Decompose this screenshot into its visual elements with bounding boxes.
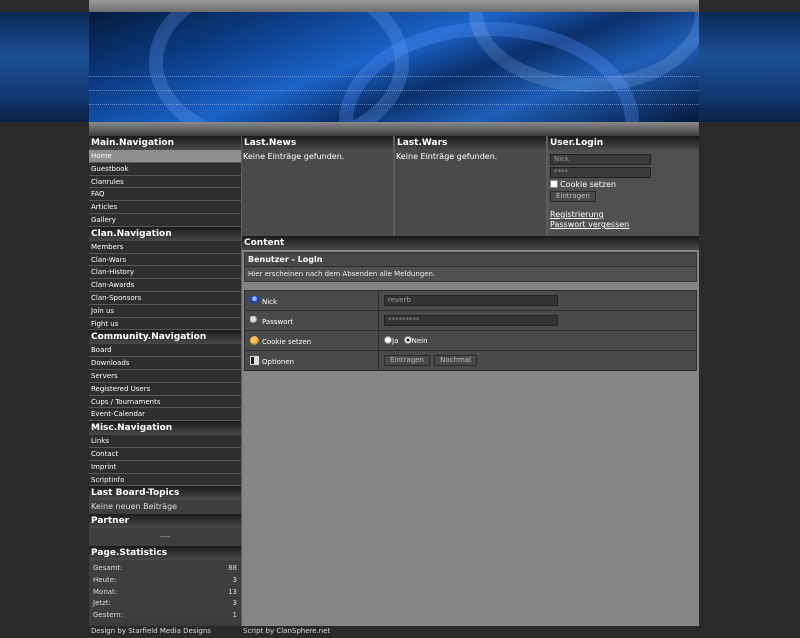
nav-board[interactable]: Board <box>89 344 241 358</box>
page-statistics-heading: Page.Statistics <box>89 546 241 561</box>
nav-servers[interactable]: Servers <box>89 369 241 383</box>
nav-cups-tournaments[interactable]: Cups / Tournaments <box>89 395 241 409</box>
stat-row: Gestern: 1 <box>93 610 237 622</box>
cookie-no-label: Nein <box>411 337 428 345</box>
nav-clan-awards[interactable]: Clan-Awards <box>89 279 241 292</box>
nav-registered-users[interactable]: Registered Users <box>89 382 241 396</box>
nick-label: Nick <box>262 297 278 306</box>
user-login-panel: User.Login Nick **** Cookie setzen Eintr… <box>548 136 699 236</box>
footer-design-credit: Design by Starfield Media Designs <box>91 627 211 635</box>
stat-row: Gesamt: 88 <box>93 563 237 575</box>
clan-navigation-heading: Clan.Navigation <box>89 226 241 241</box>
nav-join-us[interactable]: Join us <box>89 304 241 318</box>
nav-gallery[interactable]: Gallery <box>89 213 241 227</box>
nav-imprint[interactable]: Imprint <box>89 460 241 474</box>
stat-value: 88 <box>228 564 237 573</box>
cookie-label: Cookie setzen <box>560 180 617 189</box>
misc-navigation-heading: Misc.Navigation <box>89 421 241 436</box>
nav-downloads[interactable]: Downloads <box>89 357 241 370</box>
table-row: Nick reverb <box>244 290 697 311</box>
nav-event-calendar[interactable]: Event-Calendar <box>89 408 241 422</box>
stat-value: 13 <box>228 587 237 596</box>
stat-row: Jetzt: 3 <box>93 598 237 610</box>
nav-home[interactable]: Home <box>89 150 241 163</box>
nav-articles[interactable]: Articles <box>89 201 241 214</box>
nav-guestbook[interactable]: Guestbook <box>89 162 241 176</box>
nav-clan-history[interactable]: Clan-History <box>89 266 241 280</box>
content-heading: Content <box>242 236 699 250</box>
nav-members[interactable]: Members <box>89 240 241 254</box>
board-topics-heading: Last Board-Topics <box>89 486 241 501</box>
stat-value: 3 <box>232 575 237 584</box>
nav-clan-sponsors[interactable]: Clan-Sponsors <box>89 291 241 305</box>
board-topics-empty: Keine neuen Beiträge <box>89 500 241 515</box>
login-form-table: Nick reverb Passwort ********* Cookie se… <box>244 290 697 371</box>
main-navigation-heading: Main.Navigation <box>89 136 241 150</box>
last-wars-heading: Last.Wars <box>395 136 546 150</box>
partner-value: ---- <box>89 528 241 547</box>
nick-input[interactable]: reverb <box>384 295 558 306</box>
content-area: Benutzer - Login Hier erscheinen nach de… <box>242 236 699 626</box>
table-row: Optionen Eintragen Nochmal <box>244 350 697 371</box>
password-input[interactable]: ********* <box>384 315 558 326</box>
partner-heading: Partner <box>89 514 241 529</box>
nav-contact[interactable]: Contact <box>89 447 241 461</box>
register-link[interactable]: Registrierung <box>550 210 698 220</box>
last-wars-body: Keine Einträge gefunden. <box>395 150 546 236</box>
nav-clan-wars[interactable]: Clan-Wars <box>89 253 241 267</box>
last-news-heading: Last.News <box>242 136 393 150</box>
reset-button[interactable]: Nochmal <box>434 355 477 366</box>
header-banner <box>89 12 699 122</box>
cookie-setting-label: Cookie setzen <box>262 337 312 346</box>
stat-label: Gestern: <box>93 610 123 619</box>
options-label: Optionen <box>262 357 295 366</box>
community-navigation-heading: Community.Navigation <box>89 330 241 345</box>
last-news-panel: Last.News Keine Einträge gefunden. <box>242 136 393 236</box>
cookie-no-radio[interactable] <box>403 336 412 344</box>
user-login-heading: User.Login <box>548 136 699 150</box>
stat-row: Monat: 13 <box>93 587 237 599</box>
page-container: Main.Navigation Home Guestbook Clanrules… <box>89 0 699 638</box>
options-icon <box>250 355 259 365</box>
stat-label: Jetzt: <box>93 599 111 608</box>
header-bar <box>89 122 699 136</box>
login-message: Hier erscheinen nach dem Absenden alle M… <box>245 267 696 281</box>
login-submit-button[interactable]: Eintragen <box>550 191 596 202</box>
login-password-input[interactable]: **** <box>550 167 651 178</box>
user-login-body: Nick **** Cookie setzen Eintragen Regist… <box>548 150 699 236</box>
login-box-title: Benutzer - Login <box>245 253 696 267</box>
stat-value: 3 <box>232 599 237 608</box>
nav-scriptinfo[interactable]: Scriptinfo <box>89 473 241 487</box>
footer-script-credit: Script by ClanSphere.net <box>243 627 331 635</box>
top-bar <box>89 0 699 12</box>
stat-label: Heute: <box>93 575 117 584</box>
cookie-yes-label: Ja <box>392 337 399 345</box>
last-news-body: Keine Einträge gefunden. <box>242 150 393 236</box>
login-nick-input[interactable]: Nick <box>550 154 651 165</box>
nav-fight-us[interactable]: Fight us <box>89 317 241 331</box>
footer: Design by Starfield Media Designs Script… <box>89 626 699 638</box>
nav-links[interactable]: Links <box>89 435 241 448</box>
table-row: Passwort ********* <box>244 310 697 331</box>
table-row: Cookie setzen Ja Nein <box>244 330 697 351</box>
nav-clanrules[interactable]: Clanrules <box>89 175 241 189</box>
stat-row: Heute: 3 <box>93 575 237 587</box>
cookie-checkbox[interactable] <box>550 180 558 188</box>
left-sidebar: Main.Navigation Home Guestbook Clanrules… <box>89 136 241 626</box>
nav-faq[interactable]: FAQ <box>89 188 241 202</box>
message-box: Benutzer - Login Hier erscheinen nach de… <box>244 252 697 282</box>
forgot-password-link[interactable]: Passwort vergessen <box>550 220 698 230</box>
user-icon <box>250 295 259 305</box>
key-icon <box>250 315 259 325</box>
stat-label: Gesamt: <box>93 564 123 573</box>
password-label: Passwort <box>262 317 294 326</box>
cookie-yes-radio[interactable] <box>384 336 392 344</box>
cookie-icon <box>250 335 259 345</box>
last-wars-panel: Last.Wars Keine Einträge gefunden. <box>395 136 546 236</box>
page-statistics: Gesamt: 88 Heute: 3 Monat: 13 Jetzt: 3 Geste… <box>89 560 241 624</box>
stat-label: Monat: <box>93 587 118 596</box>
stat-value: 1 <box>232 610 237 619</box>
submit-button[interactable]: Eintragen <box>384 355 430 366</box>
